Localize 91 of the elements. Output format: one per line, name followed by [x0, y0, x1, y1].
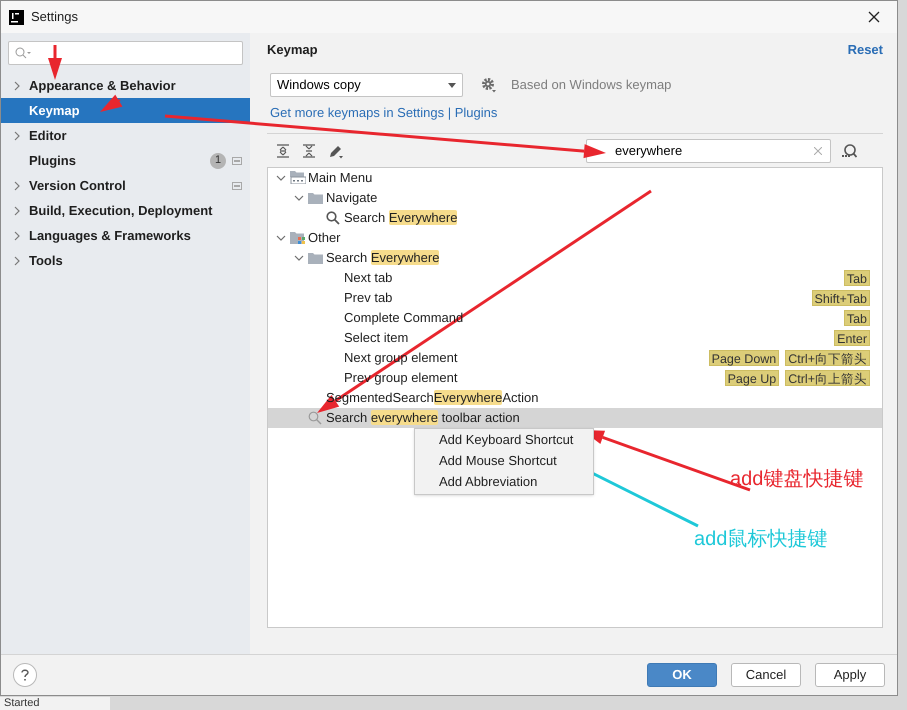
shortcut-label: Ctrl+向上箭头 — [785, 370, 870, 386]
menu-item[interactable]: Add Keyboard Shortcut — [415, 430, 593, 450]
menu-folder-icon — [290, 171, 306, 184]
search-icon — [308, 410, 322, 424]
tree-row[interactable]: Select item Enter — [268, 328, 882, 348]
tree-label: Prev group element — [344, 368, 458, 387]
panel-title: Keymap — [267, 41, 318, 60]
tree-row[interactable]: Search everywhere toolbar action — [268, 408, 882, 428]
sidebar-item[interactable]: Languages & Frameworks — [1, 223, 250, 248]
sidebar-item[interactable]: Tools — [1, 248, 250, 273]
chevron-right-icon[interactable] — [13, 130, 21, 140]
sidebar-item[interactable]: Plugins 1 — [1, 148, 250, 173]
tree-label: Next tab — [344, 268, 392, 287]
tree-label: Search Everywhere — [344, 208, 458, 227]
gear-icon[interactable] — [481, 77, 497, 93]
collapse-all-icon[interactable] — [302, 144, 316, 158]
page-icon — [232, 182, 242, 190]
shortcut-label: Page Up — [724, 370, 780, 386]
sidebar-item[interactable]: Appearance & Behavior — [1, 73, 250, 98]
shortcut-label: Ctrl+向下箭头 — [785, 350, 870, 366]
shortcut-label: Enter — [834, 330, 870, 346]
chevron-right-icon[interactable] — [13, 180, 21, 190]
menu-item[interactable]: Add Mouse Shortcut — [415, 450, 593, 472]
tree-label: Search everywhere toolbar action — [326, 408, 520, 427]
annotation-arrow — [100, 94, 122, 112]
sidebar-label: Appearance & Behavior — [29, 76, 176, 95]
sidebar-item[interactable]: Build, Execution, Deployment — [1, 198, 250, 223]
dropdown-arrow-icon — [448, 82, 456, 88]
chevron-down-icon[interactable] — [294, 192, 304, 202]
chevron-right-icon[interactable] — [13, 230, 21, 240]
count-badge: 1 — [210, 152, 226, 168]
tree-label: Search Everywhere — [326, 248, 440, 267]
sidebar-item[interactable]: Keymap — [1, 98, 250, 123]
tree-label: Select item — [344, 328, 408, 347]
expand-all-icon[interactable] — [276, 144, 290, 158]
sidebar-label: Build, Execution, Deployment — [29, 202, 212, 220]
background-text: Started — [4, 697, 40, 710]
chevron-right-icon[interactable] — [13, 206, 21, 216]
folder-icon — [308, 252, 323, 264]
annotation-text: add鼠标快捷键 — [694, 527, 828, 552]
search-field[interactable] — [8, 41, 243, 65]
menu-item[interactable]: Add Abbreviation — [415, 472, 593, 492]
keymaps-link[interactable]: Get more keymaps in Settings | Plugins — [270, 103, 883, 122]
tree-row[interactable]: Main Menu — [268, 168, 882, 188]
chevron-down-icon[interactable] — [294, 252, 304, 262]
chevron-right-icon[interactable] — [13, 80, 21, 90]
tree-label: Main Menu — [308, 168, 372, 187]
tree-row[interactable]: Prev group element Page Up Ctrl+向上箭头 — [268, 368, 882, 388]
shortcut-label: Shift+Tab — [812, 290, 870, 306]
shortcut-label: Page Down — [708, 350, 780, 366]
shortcut-search-field[interactable]: everywhere — [586, 138, 831, 162]
chevron-right-icon[interactable] — [13, 256, 21, 266]
sidebar-label: Tools — [29, 252, 63, 270]
sidebar-label: Editor — [29, 126, 67, 145]
chevron-down-icon[interactable] — [276, 232, 286, 242]
tree-row[interactable]: Search Everywhere — [268, 208, 882, 228]
app-logo-icon — [9, 10, 24, 24]
sidebar-item[interactable]: Version Control — [1, 173, 250, 198]
help-button[interactable] — [13, 663, 37, 687]
tree-row[interactable]: Search Everywhere — [268, 248, 882, 268]
reset-link[interactable]: Reset — [848, 40, 883, 60]
dialog-button[interactable]: Apply — [815, 663, 885, 687]
dialog-button[interactable]: Cancel — [731, 663, 801, 687]
shortcut-label: Tab — [844, 270, 870, 286]
find-shortcut-icon[interactable] — [841, 142, 857, 158]
tree-row[interactable]: Navigate — [268, 188, 882, 208]
search-icon — [326, 210, 340, 224]
shortcut-label: Tab — [844, 310, 870, 326]
tree-label: Other — [308, 228, 341, 247]
sidebar-label: Keymap — [29, 102, 80, 120]
tree-label: Prev tab — [344, 288, 392, 307]
keymap-dropdown[interactable]: Windows copy — [270, 73, 463, 97]
tree-row[interactable]: Prev tab Shift+Tab — [268, 288, 882, 308]
search-icon — [15, 47, 31, 59]
based-on-text: Based on Windows keymap — [511, 76, 672, 94]
folder-icon — [308, 192, 323, 204]
sidebar-label: Plugins — [29, 152, 76, 170]
tree-row[interactable]: Other — [268, 228, 882, 248]
question-mark-icon — [21, 669, 29, 681]
primary-dialog-button[interactable]: OK — [647, 663, 717, 687]
annotation-arrow — [48, 45, 62, 80]
tree-row[interactable]: Next tab Tab — [268, 268, 882, 288]
tree-label: Navigate — [326, 188, 378, 207]
grid-folder-icon — [290, 231, 306, 244]
close-icon — [868, 11, 880, 23]
chevron-down-icon[interactable] — [276, 172, 286, 182]
sidebar-label: Languages & Frameworks — [29, 226, 191, 245]
window-title: Settings — [31, 8, 78, 26]
page-icon — [232, 156, 242, 164]
sidebar-item[interactable]: Editor — [1, 123, 250, 148]
sidebar-label: Version Control — [29, 176, 126, 195]
